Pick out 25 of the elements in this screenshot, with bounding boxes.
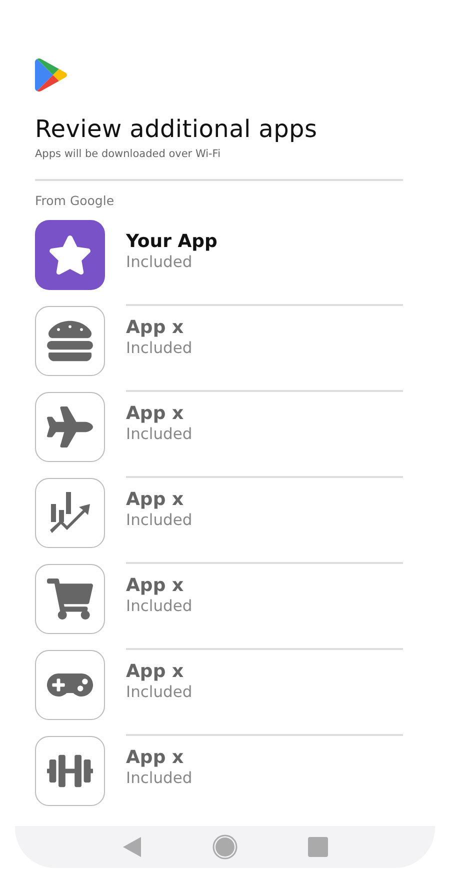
back-button[interactable] <box>122 836 142 858</box>
app-status: Included <box>126 683 194 701</box>
app-status: Included <box>126 253 194 271</box>
app-name: App x <box>126 403 185 424</box>
app-status: Included <box>126 511 194 529</box>
logo-icon <box>35 57 68 93</box>
app-status: Included <box>126 597 194 615</box>
airplane-icon <box>47 404 93 450</box>
page-subtitle: Apps will be downloaded over Wi-Fi <box>35 148 222 160</box>
page-title: Review additional apps <box>35 115 318 143</box>
app-name: App x <box>126 317 185 338</box>
app-status: Included <box>126 769 194 787</box>
app-name: App x <box>126 661 185 682</box>
app-name: App x <box>126 575 185 596</box>
chart-icon <box>47 490 93 536</box>
cart-icon <box>47 576 93 622</box>
app-name: App x <box>126 747 185 768</box>
section-label: From Google <box>35 193 116 208</box>
home-button[interactable] <box>212 834 238 860</box>
app-name: Your App <box>126 231 218 252</box>
app-status: Included <box>126 425 194 443</box>
app-status: Included <box>126 339 194 357</box>
app-name: App x <box>126 489 185 510</box>
burger-icon <box>47 318 93 364</box>
star-icon <box>48 233 92 277</box>
